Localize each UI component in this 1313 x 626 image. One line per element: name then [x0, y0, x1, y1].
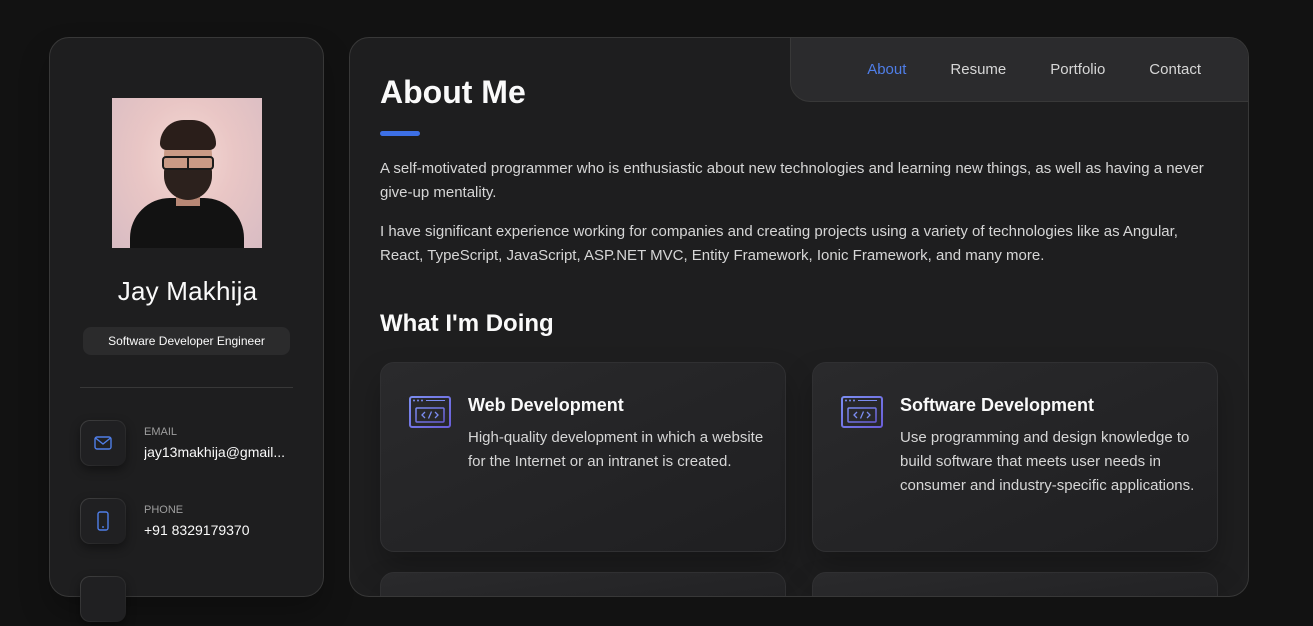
phone-icon: [80, 498, 126, 544]
email-link[interactable]: jay13makhija@gmail...: [144, 444, 296, 460]
services-title: What I'm Doing: [380, 310, 554, 337]
code-window-icon: [409, 396, 451, 430]
navbar: About Resume Portfolio Contact: [790, 38, 1248, 102]
phone-link[interactable]: +91 8329179370: [144, 522, 296, 538]
avatar: [112, 98, 262, 248]
nav-contact[interactable]: Contact: [1149, 61, 1201, 78]
contact-item-phone[interactable]: PHONE +91 8329179370: [80, 498, 295, 548]
profile-title-badge: Software Developer Engineer: [83, 327, 290, 355]
contact-label: EMAIL: [144, 426, 178, 438]
about-paragraph: I have significant experience working fo…: [380, 223, 1178, 264]
page-title: About Me: [380, 74, 526, 110]
contact-item-next: [80, 576, 295, 626]
nav-portfolio[interactable]: Portfolio: [1050, 61, 1105, 78]
profile-name: Jay Makhija: [117, 276, 258, 306]
service-card-web: Web Development High-quality development…: [380, 362, 786, 552]
service-title: Web Development: [468, 395, 624, 415]
title-underline: [380, 131, 420, 136]
contact-label: PHONE: [144, 504, 184, 516]
separator: [80, 387, 293, 388]
service-card-software: Software Development Use programming and…: [812, 362, 1218, 552]
about-paragraph: A self-motivated programmer who is enthu…: [380, 160, 1204, 201]
sidebar: Jay Makhija Software Developer Engineer …: [49, 37, 324, 622]
service-description: High-quality development in which a webs…: [468, 429, 764, 470]
contact-item-email[interactable]: EMAIL jay13makhija@gmail...: [80, 420, 295, 470]
code-window-icon: [841, 396, 883, 430]
service-card: [380, 572, 786, 596]
mail-icon: [80, 420, 126, 466]
service-card: [812, 572, 1218, 596]
nav-resume[interactable]: Resume: [950, 61, 1006, 78]
main-article: About Resume Portfolio Contact About Me …: [349, 37, 1249, 597]
service-description: Use programming and design knowledge to …: [900, 429, 1195, 494]
service-title: Software Development: [900, 395, 1095, 415]
nav-about[interactable]: About: [867, 61, 906, 78]
contact-icon: [80, 576, 126, 622]
